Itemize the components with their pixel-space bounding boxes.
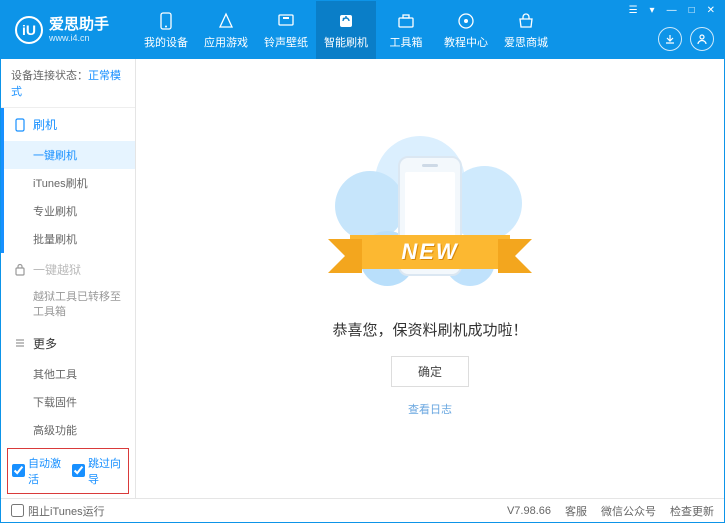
sidebar-group-more[interactable]: 更多 — [1, 327, 135, 360]
sidebar-item-pro-flash[interactable]: 专业刷机 — [1, 197, 135, 225]
lock-icon — [13, 263, 27, 277]
nav-flash[interactable]: 智能刷机 — [316, 1, 376, 59]
minimize-button[interactable]: — — [664, 5, 680, 16]
store-icon — [516, 11, 536, 31]
new-ribbon: NEW — [350, 235, 510, 269]
checkbox-auto-activate[interactable]: 自动激活 — [12, 455, 64, 487]
success-message: 恭喜您，保资料刷机成功啦！ — [332, 319, 527, 340]
checkbox-skip-guide[interactable]: 跳过向导 — [72, 455, 124, 487]
logo-icon: iU — [15, 16, 43, 44]
sidebar-item-oneclick-flash[interactable]: 一键刷机 — [1, 141, 135, 169]
status-bar: 阻止iTunes运行 V7.98.66 客服 微信公众号 检查更新 — [1, 498, 724, 522]
close-button[interactable]: ✕ — [704, 5, 718, 16]
footer-service[interactable]: 客服 — [565, 503, 587, 519]
wallpaper-icon — [276, 11, 296, 31]
header-right — [658, 27, 714, 51]
sidebar-group-jailbreak[interactable]: 一键越狱 — [1, 253, 135, 286]
apps-icon — [216, 11, 236, 31]
footer-wechat[interactable]: 微信公众号 — [601, 503, 656, 519]
titlebar-controls: ☰ ▾ — □ ✕ — [626, 5, 718, 16]
flash-icon — [336, 11, 356, 31]
phone-icon — [13, 118, 27, 132]
main-nav: 我的设备 应用游戏 铃声壁纸 智能刷机 工具箱 教程中心 爱思商城 — [136, 1, 556, 59]
app-header: iU 爱思助手 www.i4.cn 我的设备 应用游戏 铃声壁纸 智能刷机 工具… — [1, 1, 724, 59]
checkbox-block-itunes[interactable]: 阻止iTunes运行 — [11, 503, 105, 519]
list-icon — [13, 336, 27, 350]
nav-tutorial[interactable]: 教程中心 — [436, 1, 496, 59]
download-button[interactable] — [658, 27, 682, 51]
tutorial-icon — [456, 11, 476, 31]
brand-logo: iU 爱思助手 www.i4.cn — [1, 16, 136, 44]
sidebar-item-itunes-flash[interactable]: iTunes刷机 — [1, 169, 135, 197]
dropdown-button[interactable]: ▾ — [647, 5, 658, 16]
sidebar-group-flash[interactable]: 刷机 — [1, 108, 135, 141]
ok-button[interactable]: 确定 — [391, 356, 469, 387]
brand-name: 爱思助手 — [49, 17, 109, 34]
nav-my-device[interactable]: 我的设备 — [136, 1, 196, 59]
user-button[interactable] — [690, 27, 714, 51]
main-content: NEW 恭喜您，保资料刷机成功啦！ 确定 查看日志 — [136, 59, 724, 498]
nav-store[interactable]: 爱思商城 — [496, 1, 556, 59]
jailbreak-note: 越狱工具已转移至工具箱 — [1, 286, 135, 327]
view-log-link[interactable]: 查看日志 — [408, 401, 452, 417]
nav-toolbox[interactable]: 工具箱 — [376, 1, 436, 59]
footer-update[interactable]: 检查更新 — [670, 503, 714, 519]
sidebar-item-batch-flash[interactable]: 批量刷机 — [1, 225, 135, 253]
phone-icon — [156, 11, 176, 31]
maximize-button[interactable]: □ — [686, 5, 698, 16]
sidebar-item-advanced[interactable]: 高级功能 — [1, 416, 135, 444]
toolbox-icon — [396, 11, 416, 31]
nav-wallpaper[interactable]: 铃声壁纸 — [256, 1, 316, 59]
sidebar: 设备连接状态：正常模式 刷机 一键刷机 iTunes刷机 专业刷机 批量刷机 一… — [1, 59, 136, 498]
menu-button[interactable]: ☰ — [626, 5, 641, 16]
connection-status: 设备连接状态：正常模式 — [1, 59, 135, 108]
sidebar-item-download-firmware[interactable]: 下载固件 — [1, 388, 135, 416]
nav-apps[interactable]: 应用游戏 — [196, 1, 256, 59]
brand-subtitle: www.i4.cn — [49, 33, 109, 43]
version-label: V7.98.66 — [507, 505, 551, 517]
flash-options-highlight: 自动激活 跳过向导 — [7, 448, 129, 494]
sidebar-item-other-tools[interactable]: 其他工具 — [1, 360, 135, 388]
success-illustration: NEW — [320, 131, 540, 301]
